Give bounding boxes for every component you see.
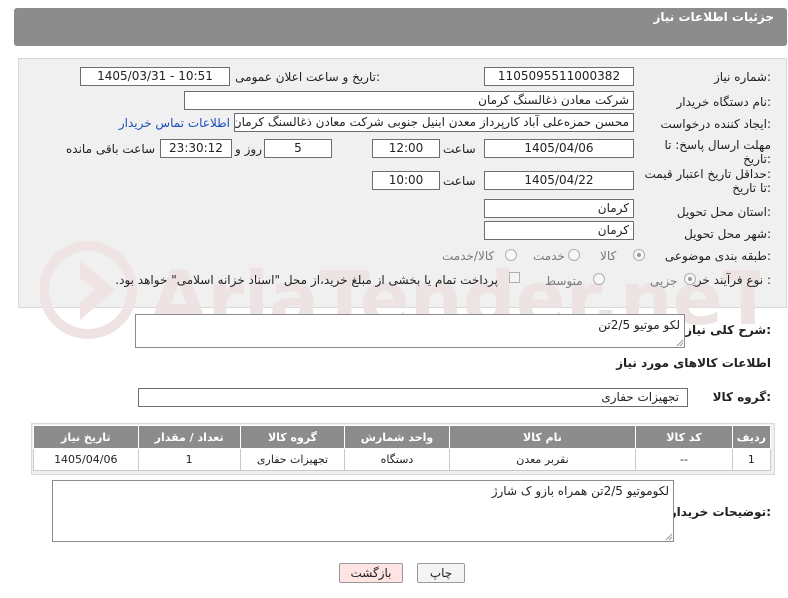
cell-row-number: 1: [731, 448, 772, 471]
treasury-payment-checkbox[interactable]: [509, 272, 520, 283]
resize-grip-icon[interactable]: [665, 533, 673, 541]
resize-grip-icon[interactable]: [676, 339, 684, 347]
cell-quantity: 1: [137, 448, 241, 471]
need-number-field: 1105095511000382: [484, 67, 634, 86]
remaining-time-field: 23:30:12: [160, 139, 232, 158]
buyer-contact-link[interactable]: اطلاعات تماس خریدار: [119, 116, 230, 130]
reply-date-field: 1405/04/06: [484, 139, 634, 158]
city-field: کرمان: [484, 221, 634, 240]
process-radio-small[interactable]: [684, 273, 696, 285]
col-goods-group: گروه کالا: [239, 425, 346, 449]
cell-goods-group: تجهیزات حفاری: [239, 448, 346, 471]
price-validity-date-field: 1405/04/22: [484, 171, 634, 190]
buyer-org-label: نام دستگاه خریدار:: [676, 95, 772, 109]
col-row-number: ردیف: [731, 425, 772, 449]
remaining-time-label: ساعت باقی مانده: [66, 142, 156, 156]
cell-need-date: 1405/04/06: [33, 448, 139, 471]
days-label: روز و: [235, 142, 262, 156]
category-option-goods-service: کالا/خدمت: [442, 249, 495, 263]
reply-deadline-label: مهلت ارسال پاسخ: تا: [664, 138, 771, 152]
treasury-payment-note: پرداخت تمام یا بخشی از مبلغ خرید،از محل …: [115, 273, 498, 287]
creator-field: محسن حمزه‌علی آباد کارپرداز معدن ابنیل ج…: [234, 113, 634, 132]
cell-item-name: نقربر معدن: [448, 448, 637, 471]
buyer-notes-field: لکوموتیو 2/5تن همراه بازو ک شارژ: [52, 480, 674, 542]
col-quantity: تعداد / مقدار: [137, 425, 241, 449]
province-label: استان محل تحویل:: [676, 205, 771, 219]
creator-label: ایجاد کننده درخواست:: [660, 117, 771, 131]
table-header-row: ردیف کد کالا نام کالا واحد شمارش گروه کا…: [33, 425, 772, 449]
announce-datetime-field: 1405/03/31 - 10:51: [80, 67, 230, 86]
col-unit: واحد شمارش: [344, 425, 450, 449]
buyer-notes-text: لکوموتیو 2/5تن همراه بازو ک شارژ: [491, 484, 669, 498]
category-radio-service[interactable]: [568, 249, 580, 261]
goods-table: ردیف کد کالا نام کالا واحد شمارش گروه کا…: [33, 425, 772, 471]
goods-group-field: تجهیزات حفاری: [138, 388, 688, 407]
province-field: کرمان: [484, 199, 634, 218]
city-label: شهر محل تحویل:: [684, 227, 771, 241]
process-type-label: نوع فرآیند خرید :: [686, 273, 771, 287]
reply-time-label: ساعت: [443, 142, 476, 156]
col-item-code: کد کالا: [635, 425, 733, 449]
category-option-service: خدمت: [533, 249, 565, 263]
category-radio-goods[interactable]: [633, 249, 645, 261]
reply-deadline-label-2: تاریخ:: [743, 152, 771, 166]
back-button[interactable]: بازگشت: [339, 563, 403, 583]
process-option-medium: متوسط: [545, 274, 583, 288]
need-number-label: شماره نیاز:: [713, 70, 771, 84]
category-label: طبقه بندی موضوعی:: [664, 249, 771, 263]
announce-datetime-label: تاریخ و ساعت اعلان عمومی:: [235, 70, 380, 84]
buyer-org-field: شرکت معادن ذغالسنگ کرمان: [184, 91, 634, 110]
description-field: لکو موتیو 2/5تن: [135, 314, 685, 348]
price-validity-label: حداقل تاریخ اعتبار قیمت:: [644, 167, 771, 181]
col-item-name: نام کالا: [448, 425, 637, 449]
reply-time-field: 12:00: [372, 139, 440, 158]
buyer-notes-label: توضیحات خریدار:: [669, 505, 771, 519]
goods-info-title: اطلاعات کالاهای مورد نیاز: [616, 356, 771, 370]
page-title: جزئیات اطلاعات نیاز: [653, 10, 774, 24]
col-need-date: تاریخ نیاز: [33, 425, 139, 449]
price-validity-time-field: 10:00: [372, 171, 440, 190]
process-option-small: جزیی: [650, 274, 678, 288]
table-row: 1 -- نقربر معدن دستگاه تجهیزات حفاری 1 1…: [33, 448, 772, 471]
price-validity-time-label: ساعت: [443, 174, 476, 188]
print-button[interactable]: چاپ: [417, 563, 465, 583]
category-radio-goods-service[interactable]: [505, 249, 517, 261]
cell-item-code: --: [635, 448, 733, 471]
process-radio-medium[interactable]: [593, 273, 605, 285]
description-text: لکو موتیو 2/5تن: [598, 318, 680, 332]
cell-unit: دستگاه: [344, 448, 450, 471]
category-option-goods: کالا: [600, 249, 617, 263]
price-validity-label-2: تا تاریخ:: [732, 181, 771, 195]
description-label: شرح کلی نیاز:: [685, 323, 771, 337]
days-field: 5: [264, 139, 332, 158]
goods-group-label: گروه کالا:: [712, 390, 771, 404]
